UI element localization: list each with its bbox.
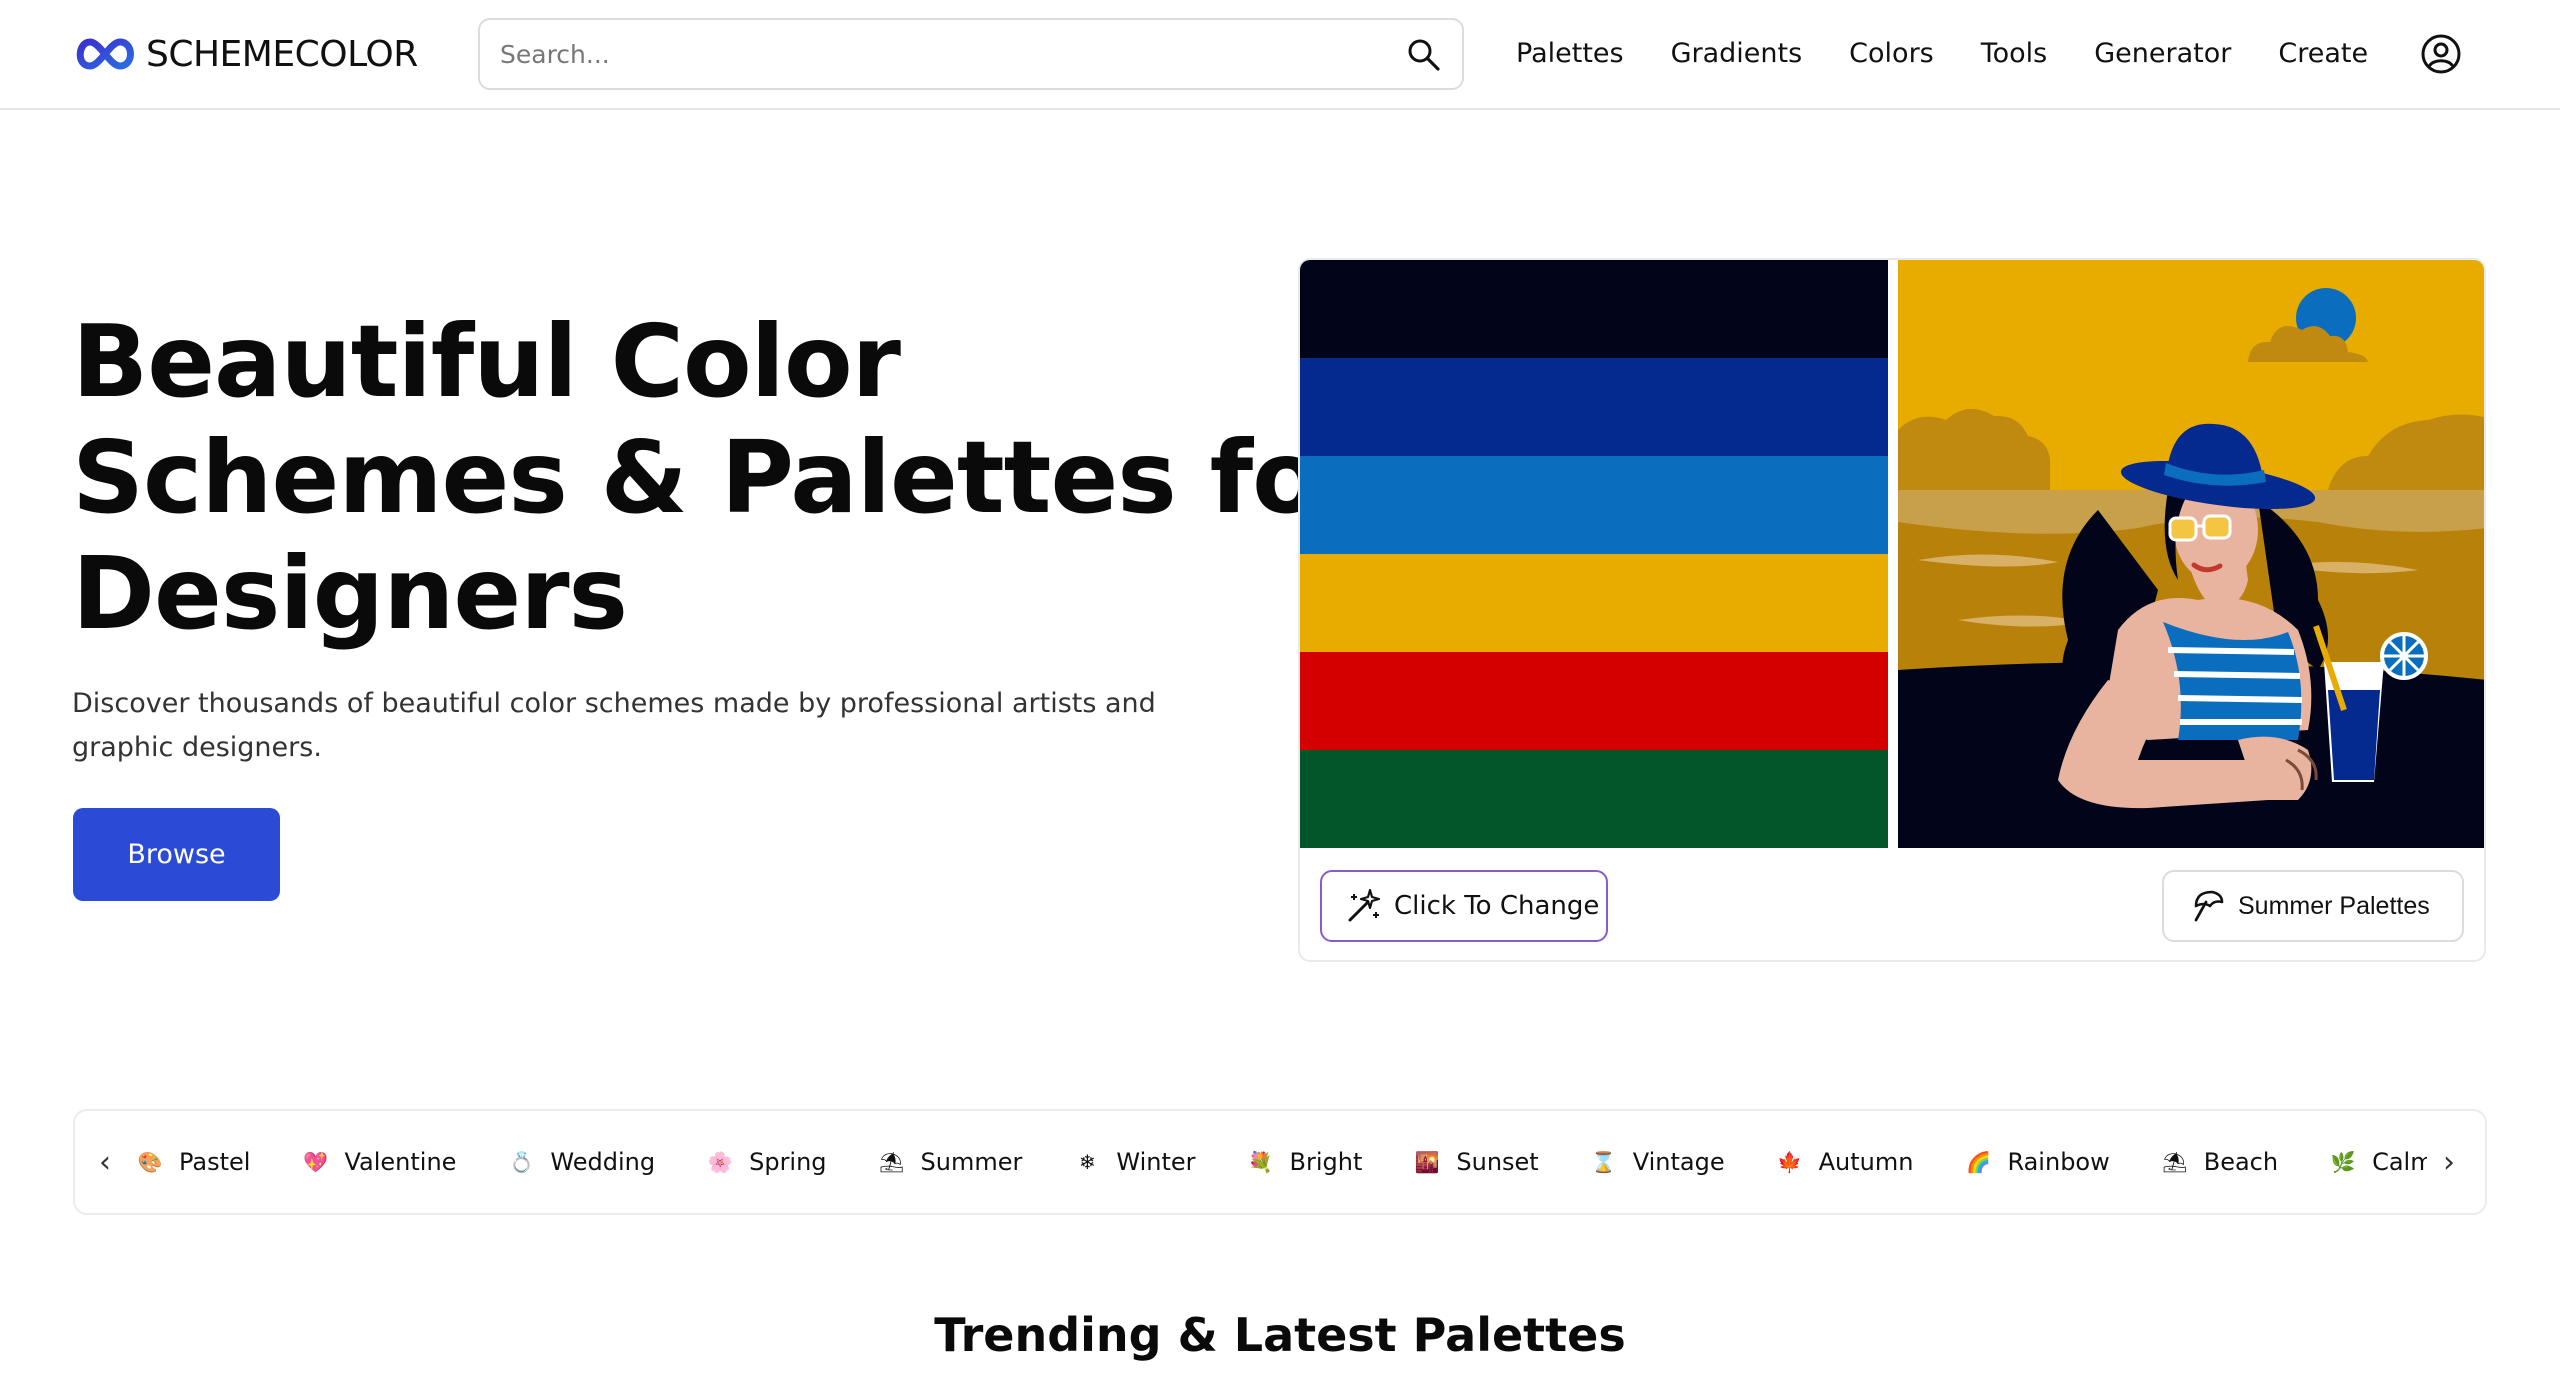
- chevron-left-icon[interactable]: ‹: [83, 1111, 127, 1213]
- palette-swatch[interactable]: [1300, 554, 1888, 652]
- search-box: [478, 18, 1464, 90]
- hero-title-line-3: Designers: [72, 535, 628, 652]
- palette-swatch[interactable]: [1300, 750, 1888, 848]
- category-icon: 🌈: [1966, 1150, 1991, 1174]
- category-item[interactable]: 🌇 Sunset: [1414, 1148, 1539, 1176]
- category-item[interactable]: 🌸 Spring: [707, 1148, 827, 1176]
- featured-palette-card: Click To Change Summer Palettes: [1298, 258, 2486, 962]
- hero-title-line-1: Beautiful Color: [72, 303, 901, 420]
- category-label: Winter: [1116, 1148, 1196, 1176]
- category-icon: ❄: [1079, 1150, 1096, 1174]
- category-item[interactable]: ⛱ Beach: [2162, 1148, 2278, 1176]
- main-nav: Palettes Gradients Colors Tools Generato…: [1516, 0, 2415, 106]
- palette-swatch[interactable]: [1300, 260, 1888, 358]
- hero-title-line-2: Schemes & Palettes for: [72, 419, 1369, 536]
- nav-create[interactable]: Create: [2278, 38, 2368, 69]
- category-carousel: ‹ 🎨 Pastel 💖 Valentine 💍 Wedding 🌸 Spring ⛱ S…: [73, 1109, 2487, 1215]
- category-item[interactable]: 🎨 Pastel: [137, 1148, 251, 1176]
- category-list: 🎨 Pastel 💖 Valentine 💍 Wedding 🌸 Spring ⛱ Sum…: [137, 1111, 2487, 1213]
- category-icon: 💐: [1248, 1150, 1273, 1174]
- nav-gradients[interactable]: Gradients: [1671, 38, 1803, 69]
- click-to-change-button[interactable]: Click To Change: [1320, 870, 1608, 942]
- category-icon: ⌛: [1591, 1150, 1617, 1174]
- category-icon: 🍁: [1777, 1150, 1803, 1174]
- category-item[interactable]: 💖 Valentine: [302, 1148, 456, 1176]
- chevron-right-icon[interactable]: ›: [2427, 1111, 2471, 1213]
- nav-palettes[interactable]: Palettes: [1516, 38, 1624, 69]
- category-icon: ⛱: [2162, 1150, 2188, 1174]
- category-item[interactable]: 🌙D: [2486, 1148, 2487, 1176]
- beach-umbrella-icon: [2194, 890, 2224, 922]
- category-icon: 💖: [303, 1150, 328, 1174]
- category-label: Wedding: [550, 1148, 656, 1176]
- category-icon: 💍: [508, 1150, 534, 1174]
- hero-description: Discover thousands of beautiful color sc…: [72, 688, 1156, 763]
- palette-swatch[interactable]: [1300, 456, 1888, 554]
- summer-palettes-button[interactable]: Summer Palettes: [2162, 870, 2464, 942]
- section-title: Trending & Latest Palettes: [934, 1308, 1626, 1362]
- category-label: Spring: [749, 1148, 827, 1176]
- nav-colors[interactable]: Colors: [1849, 38, 1934, 69]
- nav-tools[interactable]: Tools: [1981, 38, 2048, 69]
- category-label: Vintage: [1632, 1148, 1725, 1176]
- category-label: Pastel: [179, 1148, 251, 1176]
- logo-infinity-icon: [76, 38, 134, 70]
- category-item[interactable]: 💐 Bright: [1248, 1148, 1363, 1176]
- page: SCHEMECOLOR Palettes Gradients Colors To…: [0, 0, 2560, 1400]
- category-label: Beach: [2203, 1148, 2279, 1176]
- category-icon: ⛱: [878, 1150, 905, 1174]
- user-account-icon[interactable]: [2420, 33, 2462, 75]
- category-label: Bright: [1289, 1148, 1363, 1176]
- palette-swatch[interactable]: [1300, 652, 1888, 750]
- logo-text: SCHEMECOLOR: [146, 33, 418, 75]
- site-header: SCHEMECOLOR Palettes Gradients Colors To…: [0, 0, 2560, 110]
- category-icon: 🌸: [707, 1150, 733, 1174]
- category-item[interactable]: ⌛ Vintage: [1591, 1148, 1725, 1176]
- search-input[interactable]: [500, 32, 1380, 76]
- category-label: Calm: [2372, 1148, 2434, 1176]
- category-label: Sunset: [1456, 1148, 1539, 1176]
- nav-generator[interactable]: Generator: [2094, 38, 2231, 69]
- summer-illustration: [1898, 260, 2484, 848]
- category-icon: 🎨: [137, 1150, 163, 1174]
- category-label: Summer: [920, 1148, 1023, 1176]
- category-item[interactable]: 🍁 Autumn: [1777, 1148, 1914, 1176]
- category-label: Rainbow: [2007, 1148, 2110, 1176]
- category-label: Autumn: [1818, 1148, 1914, 1176]
- search-icon[interactable]: [1406, 37, 1442, 73]
- palette-swatches[interactable]: [1300, 260, 1888, 848]
- browse-button[interactable]: Browse: [73, 808, 280, 901]
- category-item[interactable]: 🌈 Rainbow: [1965, 1148, 2110, 1176]
- category-icon: 🌇: [1414, 1150, 1440, 1174]
- category-item[interactable]: ❄ Winter: [1074, 1148, 1196, 1176]
- category-item[interactable]: 🌿 Calm: [2330, 1148, 2434, 1176]
- palette-swatch[interactable]: [1300, 358, 1888, 456]
- category-icon: 🌙: [2486, 1150, 2487, 1174]
- click-to-change-label: Click To Change: [1394, 891, 1600, 921]
- category-icon: 🌿: [2330, 1150, 2356, 1174]
- category-label: Valentine: [344, 1148, 457, 1176]
- summer-palettes-label: Summer Palettes: [2238, 891, 2430, 920]
- category-item[interactable]: ⛱ Summer: [879, 1148, 1023, 1176]
- magic-wand-icon: [1348, 888, 1381, 922]
- logo[interactable]: SCHEMECOLOR: [72, 28, 418, 80]
- hero-title: Beautiful Color Schemes & Palettes for D…: [72, 303, 1369, 652]
- category-item[interactable]: 💍 Wedding: [508, 1148, 655, 1176]
